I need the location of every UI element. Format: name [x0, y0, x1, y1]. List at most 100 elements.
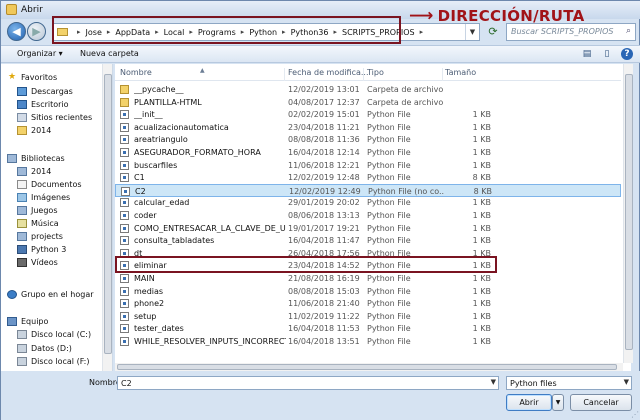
organize-button[interactable]: Organizar ▾	[17, 49, 63, 58]
open-button[interactable]: Abrir	[506, 394, 552, 411]
folder-icon	[120, 97, 129, 107]
column-header-type[interactable]: Tipo	[367, 68, 443, 81]
nav-item-descargas[interactable]: Descargas	[17, 85, 73, 97]
nav-item-juegos[interactable]: Juegos	[17, 204, 58, 216]
table-row[interactable]: MAIN 21/08/2018 16:19 Python File 1 KB	[115, 272, 621, 285]
file-type: Python File	[367, 160, 411, 170]
search-input[interactable]: Buscar SCRIPTS_PROPIOS ⌕	[506, 23, 636, 41]
table-row[interactable]: PLANTILLA-HTML 04/08/2017 12:37 Carpeta de…	[115, 96, 621, 109]
nav-item-2014-lib[interactable]: 2014	[17, 165, 51, 177]
nav-item-projects[interactable]: projects	[17, 230, 63, 242]
cancel-button[interactable]: Cancelar	[570, 394, 632, 411]
search-icon[interactable]: ⌕	[626, 26, 631, 36]
file-type: Python File	[367, 286, 411, 296]
file-size: 8 KB	[472, 173, 491, 183]
toolbar-icons: ▤ ▯ ?	[581, 48, 633, 60]
column-header-name[interactable]: Nombre ▲	[120, 67, 285, 81]
table-row[interactable]: tester_dates 16/04/2018 11:53 Python File 1…	[115, 322, 621, 335]
python-file-icon	[120, 198, 129, 208]
nav-homegroup[interactable]: Grupo en el hogar	[7, 288, 94, 300]
new-folder-button[interactable]: Nueva carpeta	[80, 49, 139, 58]
file-size: 1 KB	[472, 110, 491, 120]
table-row[interactable]: consulta_tabladates 16/04/2018 11:47 Pytho…	[115, 234, 621, 247]
table-row[interactable]: ASEGURADOR_FORMATO_HORA 16/04/2018 12:14 P…	[115, 146, 621, 159]
nav-item-videos[interactable]: Vídeos	[17, 256, 58, 268]
preview-pane-icon[interactable]: ▯	[601, 48, 613, 60]
table-row[interactable]: medias 08/08/2018 15:03 Python File 1 KB	[115, 285, 621, 298]
table-row[interactable]: __pycache__ 12/02/2019 13:01 Carpeta de ar…	[115, 83, 621, 96]
nav-item-2014-fav[interactable]: 2014	[17, 124, 51, 136]
file-name: PLANTILLA-HTML	[134, 97, 202, 107]
file-date: 12/02/2019 12:49	[289, 186, 361, 196]
chevron-down-icon[interactable]: ▼	[624, 378, 629, 386]
forward-button[interactable]: ▶	[27, 22, 46, 41]
table-row[interactable]: setup 11/02/2019 11:22 Python File 1 KB	[115, 310, 621, 323]
file-size: 1 KB	[472, 122, 491, 132]
nav-scrollbar-thumb[interactable]	[104, 74, 112, 354]
nav-item-disco-c[interactable]: Disco local (C:)	[17, 328, 91, 340]
file-date: 08/08/2018 15:03	[288, 286, 360, 296]
python-file-icon	[120, 148, 129, 157]
resize-grip-icon[interactable]: ⋰	[631, 410, 639, 419]
file-name: __pycache__	[134, 85, 184, 94]
table-row[interactable]: phone2 11/06/2018 21:40 Python File 1 KB	[115, 297, 621, 310]
nav-item-sitios-recientes[interactable]: Sitios recientes	[17, 111, 92, 123]
file-size: 1 KB	[472, 160, 491, 170]
chevron-down-icon[interactable]: ▼	[491, 378, 496, 386]
table-row[interactable]: areatriangulo 08/08/2018 11:36 Python File…	[115, 133, 621, 146]
file-type: Python File	[367, 299, 411, 309]
file-date: 08/08/2018 11:36	[288, 135, 360, 145]
nav-item-documentos[interactable]: Documentos	[17, 178, 82, 190]
table-row[interactable]: acualizacionautomatica 23/04/2018 11:21 Py…	[115, 121, 621, 134]
open-dropdown-button[interactable]: ▼	[552, 394, 564, 411]
music-icon	[17, 218, 27, 228]
file-name: coder	[134, 211, 157, 220]
address-dropdown-icon[interactable]: ▼	[465, 24, 479, 40]
table-row[interactable]: WHILE_RESOLVER_INPUTS_INCORRECTO...16/04…	[115, 335, 621, 348]
view-options-icon[interactable]: ▤	[581, 48, 593, 60]
file-size: 1 KB	[472, 236, 491, 246]
table-row[interactable]: C1 12/02/2019 12:48 Python File 8 KB	[115, 171, 621, 184]
computer-icon	[7, 316, 17, 326]
file-list-hscrollbar-thumb[interactable]	[117, 364, 617, 370]
homegroup-icon	[7, 289, 17, 299]
table-row[interactable]: C2 12/02/2019 12:49 Python File (no co... 8…	[115, 183, 621, 197]
file-date: 11/06/2018 12:21	[288, 160, 360, 170]
chevron-right-icon[interactable]: ▸	[420, 28, 424, 36]
file-list-hscrollbar[interactable]	[115, 363, 623, 371]
nav-item-disco-f[interactable]: Disco local (F:)	[17, 355, 90, 367]
file-name: phone2	[134, 299, 165, 309]
nav-favorites[interactable]: ★ Favoritos	[7, 71, 57, 83]
file-list-scrollbar[interactable]	[623, 64, 633, 363]
back-button[interactable]: ◀	[7, 22, 26, 41]
file-type: Carpeta de archivos	[367, 85, 443, 94]
file-type: Python File	[367, 274, 411, 283]
nav-libraries[interactable]: Bibliotecas	[7, 152, 65, 164]
nav-item-musica[interactable]: Música	[17, 217, 59, 229]
table-row[interactable]: COMO_ENTRESACAR_LA_CLAVE_DE_UN... 19/01/2…	[115, 222, 621, 235]
file-name: medias	[134, 286, 164, 296]
table-row[interactable]: buscarfiles 11/06/2018 12:21 Python File 1 …	[115, 159, 621, 172]
desktop-icon	[17, 99, 27, 109]
nav-computer[interactable]: Equipo	[7, 315, 48, 327]
search-placeholder: Buscar SCRIPTS_PROPIOS	[511, 27, 614, 36]
table-row[interactable]: calcular_edad 29/01/2019 20:02 Python File…	[115, 196, 621, 209]
file-list-scrollbar-thumb[interactable]	[625, 74, 633, 350]
python-file-icon	[121, 186, 130, 196]
filetype-select[interactable]: Python files ▼	[506, 376, 632, 390]
table-row[interactable]: coder 08/06/2018 13:13 Python File 1 KB	[115, 209, 621, 222]
nav-item-python-3[interactable]: Python 3	[17, 243, 66, 255]
nav-item-imagenes[interactable]: Imágenes	[17, 191, 70, 203]
library-icon	[17, 231, 27, 241]
file-date: 16/04/2018 12:14	[288, 148, 360, 157]
help-icon[interactable]: ?	[621, 48, 633, 60]
column-header-size[interactable]: Tamaño	[445, 68, 495, 81]
nav-scrollbar[interactable]	[102, 64, 112, 371]
filename-field[interactable]: C2 ▼	[117, 376, 499, 390]
file-date: 12/02/2019 13:01	[288, 85, 360, 94]
column-header-date[interactable]: Fecha de modifica...	[288, 68, 369, 81]
refresh-icon[interactable]: ⟳	[485, 24, 501, 40]
table-row[interactable]: __init__ 02/02/2019 15:01 Python File 1 KB	[115, 108, 621, 121]
nav-item-escritorio[interactable]: Escritorio	[17, 98, 69, 110]
nav-item-datos-d[interactable]: Datos (D:)	[17, 342, 72, 354]
